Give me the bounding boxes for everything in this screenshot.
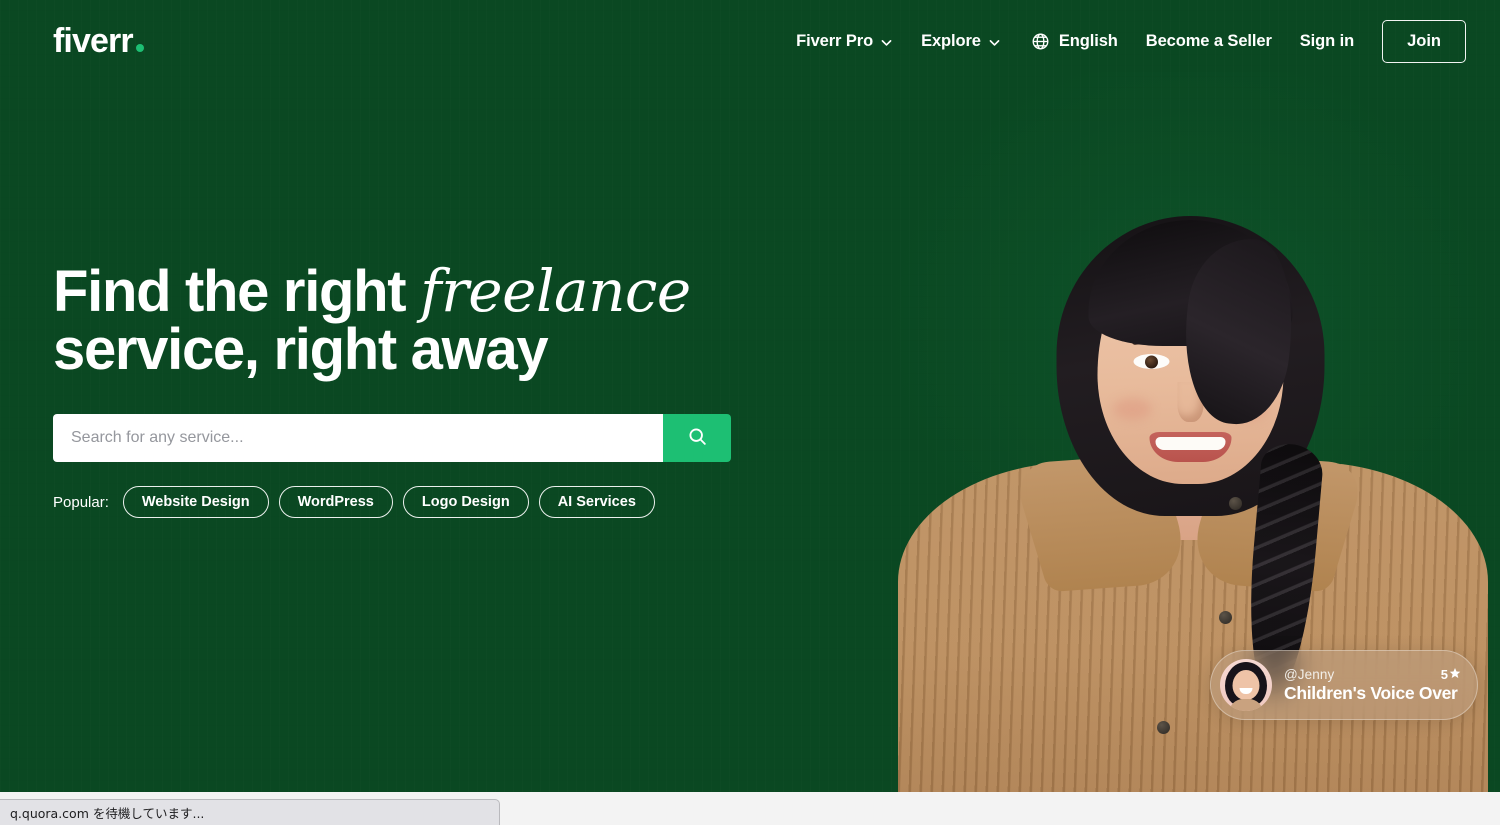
gig-rating-value: 5 xyxy=(1440,666,1448,682)
cardigan-button xyxy=(1229,497,1242,510)
popular-tags-row: Popular: Website Design WordPress Logo D… xyxy=(53,486,773,518)
language-label: English xyxy=(1058,31,1118,50)
gig-rating: 5 xyxy=(1441,667,1461,682)
nav-item-label: Explore xyxy=(921,31,981,50)
gig-card[interactable]: @Jenny 5 Children's Voice Over xyxy=(1210,650,1478,720)
gig-card-top-row: @Jenny 5 xyxy=(1284,667,1461,682)
popular-tag-ai-services[interactable]: AI Services xyxy=(538,486,655,518)
browser-status-bar: q.quora.com を待機しています... xyxy=(0,799,500,825)
page-root: fiverr Fiverr Pro Explore English Become… xyxy=(0,0,1500,825)
sign-in-label: Sign in xyxy=(1299,31,1355,50)
avatar xyxy=(1220,659,1272,711)
fiverr-logo[interactable]: fiverr xyxy=(53,24,144,58)
search-icon xyxy=(687,426,708,450)
nav-item-sign-in[interactable]: Sign in xyxy=(1286,24,1368,59)
hero-section: fiverr Fiverr Pro Explore English Become… xyxy=(0,0,1500,792)
headline-text-a: Find the right xyxy=(53,259,421,324)
headline-line-2: service, right away xyxy=(53,317,549,382)
logo-text: fiverr xyxy=(53,22,134,60)
nav-item-language[interactable]: English xyxy=(1015,24,1132,59)
gig-card-text: @Jenny 5 Children's Voice Over xyxy=(1284,667,1461,704)
nav-item-explore[interactable]: Explore xyxy=(907,24,1015,59)
model-blush-left xyxy=(1113,398,1151,420)
headline-line-1: Find the right freelance xyxy=(53,262,773,321)
chevron-down-icon xyxy=(988,36,1001,49)
search-input[interactable] xyxy=(53,414,663,462)
star-icon xyxy=(1449,667,1461,682)
top-navigation: fiverr Fiverr Pro Explore English Become… xyxy=(0,0,1500,82)
status-text: q.quora.com を待機しています... xyxy=(10,806,205,821)
chevron-down-icon xyxy=(880,36,893,49)
nav-item-fiverr-pro[interactable]: Fiverr Pro xyxy=(782,24,907,59)
gig-title: Children's Voice Over xyxy=(1284,682,1458,703)
nav-item-become-seller[interactable]: Become a Seller xyxy=(1132,24,1286,59)
popular-tag-logo-design[interactable]: Logo Design xyxy=(402,486,529,518)
globe-icon xyxy=(1031,32,1050,51)
popular-label: Popular: xyxy=(53,493,109,511)
model-eye-left xyxy=(1133,354,1169,369)
popular-tag-website-design[interactable]: Website Design xyxy=(122,486,269,518)
dot-icon xyxy=(135,44,144,52)
page-title: Find the right freelance service, right … xyxy=(53,262,773,379)
nav-item-label: Fiverr Pro xyxy=(796,31,874,50)
gig-username: @Jenny xyxy=(1284,666,1335,682)
search-bar xyxy=(53,414,731,462)
hero-content: Find the right freelance service, right … xyxy=(53,262,773,518)
search-button[interactable] xyxy=(663,414,731,462)
join-button[interactable]: Join xyxy=(1382,19,1466,63)
popular-tag-wordpress[interactable]: WordPress xyxy=(278,486,393,518)
model-teeth xyxy=(1155,437,1225,450)
become-seller-label: Become a Seller xyxy=(1145,31,1272,50)
headline-emphasis: freelance xyxy=(420,257,691,325)
cardigan-button xyxy=(1219,611,1232,624)
nav-right-group: Fiverr Pro Explore English Become a Sell… xyxy=(782,19,1466,63)
cardigan-button xyxy=(1157,721,1170,734)
avatar-face xyxy=(1232,670,1260,700)
model-mouth xyxy=(1149,432,1231,462)
